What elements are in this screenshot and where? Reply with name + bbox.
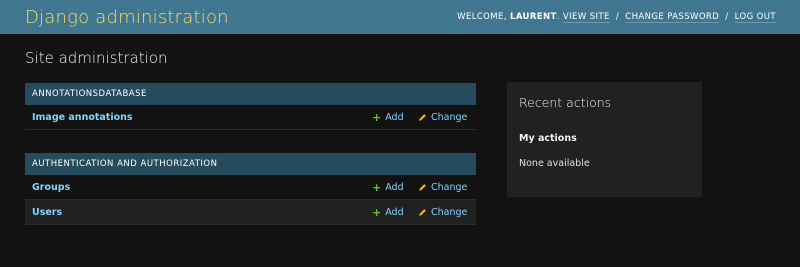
add-label: Add — [385, 181, 404, 193]
add-label: Add — [385, 206, 404, 218]
recent-actions-title: Recent actions — [519, 95, 612, 110]
app-caption[interactable]: ANNOTATIONSDATABASE — [25, 83, 476, 105]
separator: / — [615, 12, 620, 22]
pencil-icon — [418, 183, 427, 192]
welcome-text: WELCOME, — [457, 12, 507, 22]
recent-actions-panel: Recent actions My actions None available — [507, 82, 702, 197]
model-row-users: Users + Add Change — [25, 200, 476, 225]
view-site-link[interactable]: VIEW SITE — [562, 12, 610, 23]
pencil-icon — [418, 208, 427, 217]
change-label: Change — [431, 111, 468, 123]
model-link-users[interactable]: Users — [25, 207, 372, 218]
no-actions-text: None available — [519, 158, 590, 169]
change-password-link[interactable]: CHANGE PASSWORD — [625, 12, 720, 23]
app-caption[interactable]: AUTHENTICATION AND AUTHORIZATION — [25, 153, 476, 175]
model-link-groups[interactable]: Groups — [25, 182, 372, 193]
model-row-groups: Groups + Add Change — [25, 175, 476, 200]
site-branding[interactable]: Django administration — [25, 7, 229, 28]
separator: / — [725, 12, 729, 22]
change-button[interactable]: Change — [418, 112, 476, 123]
add-button[interactable]: + Add — [372, 207, 418, 218]
my-actions-heading: My actions — [519, 133, 577, 144]
app-module-auth: AUTHENTICATION AND AUTHORIZATION Groups … — [25, 153, 476, 225]
change-button[interactable]: Change — [418, 207, 476, 218]
change-label: Change — [431, 181, 468, 193]
change-label: Change — [431, 206, 468, 218]
add-label: Add — [385, 111, 404, 123]
pencil-icon — [418, 113, 427, 122]
add-button[interactable]: + Add — [372, 112, 418, 123]
plus-icon: + — [372, 205, 382, 219]
model-row-image-annotations: Image annotations + Add Change — [25, 105, 476, 130]
log-out-link[interactable]: LOG OUT — [734, 12, 776, 23]
change-button[interactable]: Change — [418, 182, 476, 193]
plus-icon: + — [372, 180, 382, 194]
header: Django administration WELCOME, LAURENT. … — [0, 0, 800, 34]
page-title: Site administration — [25, 49, 168, 67]
username: LAURENT — [510, 12, 557, 22]
app-module-annotationsdatabase: ANNOTATIONSDATABASE Image annotations + … — [25, 83, 476, 130]
add-button[interactable]: + Add — [372, 182, 418, 193]
plus-icon: + — [372, 110, 382, 124]
model-link-image-annotations[interactable]: Image annotations — [25, 112, 372, 123]
user-tools: WELCOME, LAURENT. VIEW SITE / CHANGE PAS… — [457, 12, 776, 23]
